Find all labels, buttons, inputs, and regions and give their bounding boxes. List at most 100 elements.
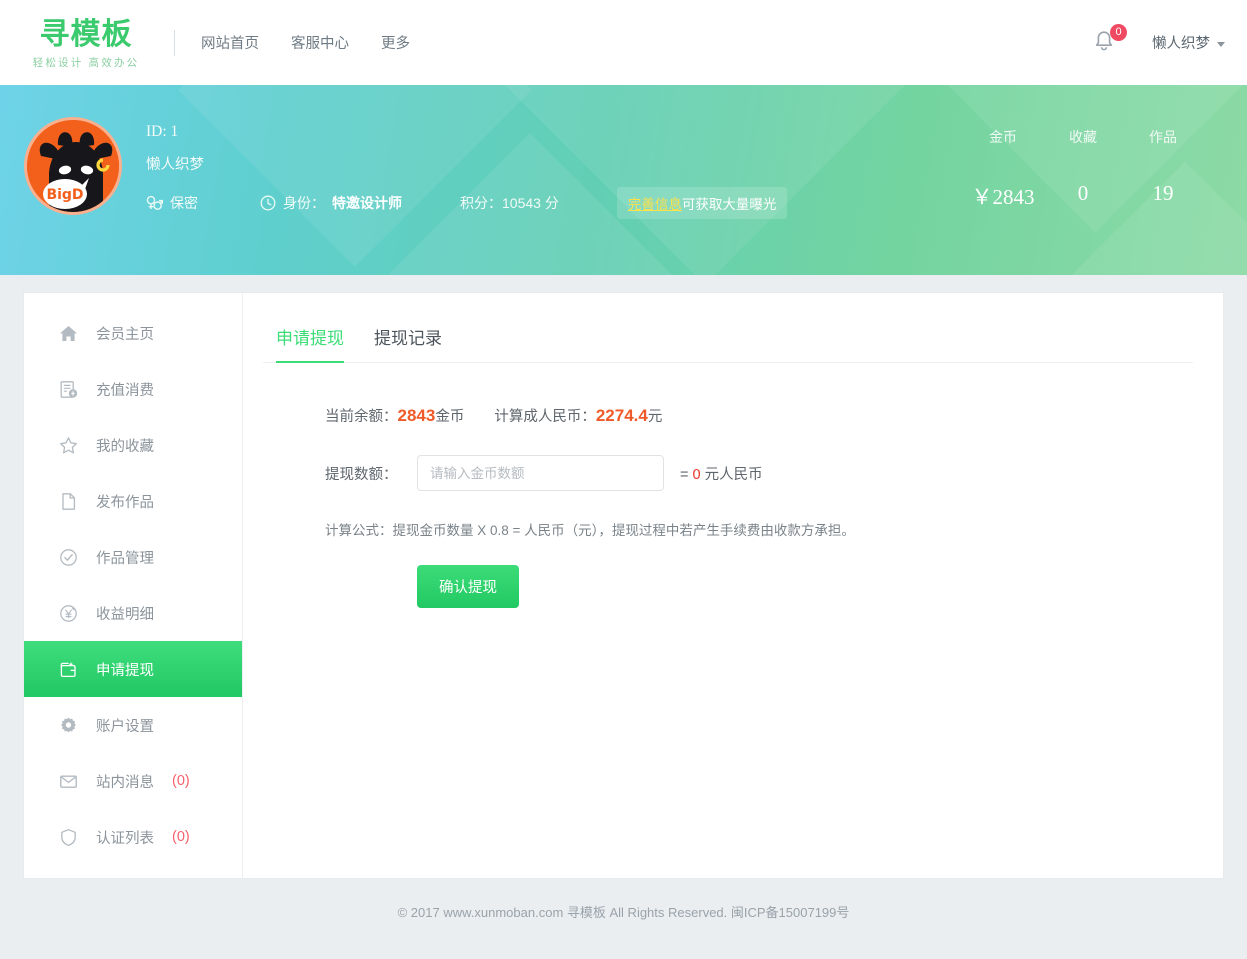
- sidebar-item-label: 发布作品: [96, 491, 154, 512]
- sidebar-item-label: 站内消息: [96, 771, 154, 792]
- nav-item-more[interactable]: 更多: [381, 32, 410, 53]
- rmb-equivalent-label: 计算成人民币：: [494, 409, 596, 425]
- sidebar-item-favorites[interactable]: 我的收藏: [24, 417, 242, 473]
- user-menu-button[interactable]: 懒人织梦: [1152, 32, 1225, 53]
- current-balance-label: 当前余额：: [325, 409, 398, 425]
- mail-icon: [59, 772, 78, 791]
- stat-works-value: 19: [1123, 181, 1203, 206]
- gear-icon: [59, 716, 78, 735]
- stat-favorites: 收藏 0: [1043, 127, 1123, 211]
- eq-suffix: 元人民币: [701, 467, 763, 483]
- sidebar-item-label: 我的收藏: [96, 435, 154, 456]
- withdraw-equivalent: = 0 元人民币: [680, 463, 763, 484]
- content-card: 会员主页 充值消费 我的收藏: [24, 293, 1223, 878]
- page-body: 会员主页 充值消费 我的收藏: [0, 275, 1247, 921]
- sidebar-item-certification[interactable]: 认证列表 (0): [24, 809, 242, 865]
- sidebar-item-label: 充值消费: [96, 379, 154, 400]
- nav-item-support[interactable]: 客服中心: [291, 32, 349, 53]
- stat-favorites-value: 0: [1043, 181, 1123, 206]
- footer: © 2017 www.xunmoban.com 寻模板 All Rights R…: [24, 878, 1223, 921]
- avatar[interactable]: BigD: [24, 117, 122, 215]
- sidebar-item-count: (0): [172, 773, 190, 789]
- stat-coins-value: ￥2843: [963, 181, 1043, 211]
- tab-apply-withdraw[interactable]: 申请提现: [276, 324, 344, 363]
- check-circle-icon: [59, 548, 78, 567]
- wallet-icon: [59, 660, 78, 679]
- yen-circle-icon: [59, 604, 78, 623]
- sidebar-item-label: 会员主页: [96, 323, 154, 344]
- tab-withdraw-records[interactable]: 提现记录: [374, 324, 442, 363]
- stat-works: 作品 19: [1123, 127, 1203, 211]
- confirm-withdraw-button[interactable]: 确认提现: [417, 565, 519, 608]
- file-icon: [59, 492, 78, 511]
- eq-prefix: =: [680, 467, 693, 483]
- chevron-down-icon: [1217, 42, 1225, 47]
- profile-points: 积分：10543 分: [460, 193, 559, 213]
- sidebar-item-count: (0): [172, 829, 190, 845]
- rmb-equivalent: 计算成人民币：2274.4元: [494, 405, 662, 426]
- notification-count-badge: 0: [1110, 24, 1127, 41]
- sidebar-item-label: 认证列表: [96, 827, 154, 848]
- complete-profile-rest: 可获取大量曝光: [682, 197, 777, 212]
- sidebar-item-label: 申请提现: [96, 659, 154, 680]
- balance-summary: 当前余额：2843金币 计算成人民币：2274.4元: [325, 405, 1193, 426]
- profile-stats: 金币 ￥2843 收藏 0 作品 19: [963, 127, 1223, 211]
- complete-profile-badge[interactable]: 完善信息可获取大量曝光: [617, 187, 788, 219]
- sidebar-item-account-settings[interactable]: 账户设置: [24, 697, 242, 753]
- clock-icon: [260, 195, 276, 211]
- stat-works-label: 作品: [1123, 127, 1203, 147]
- sidebar: 会员主页 充值消费 我的收藏: [24, 293, 243, 878]
- gender-icon: [146, 195, 163, 211]
- star-icon: [59, 436, 78, 455]
- nav-item-home[interactable]: 网站首页: [201, 32, 259, 53]
- sidebar-item-label: 收益明细: [96, 603, 154, 624]
- current-balance-unit: 金币: [435, 409, 464, 425]
- content-panel: 申请提现 提现记录 当前余额：2843金币 计算成人民币：2274.4元 提现数…: [243, 293, 1223, 878]
- profile-banner: BigD ID: 1 懒人织梦 保密: [0, 85, 1247, 275]
- header-divider: [174, 30, 175, 56]
- sidebar-item-member-home[interactable]: 会员主页: [24, 305, 242, 361]
- sidebar-item-publish[interactable]: 发布作品: [24, 473, 242, 529]
- logo-text: 寻模板: [40, 19, 133, 51]
- profile-identity-label: 身份：: [283, 193, 325, 213]
- home-icon: [59, 324, 78, 343]
- withdraw-amount-input[interactable]: [417, 455, 664, 491]
- profile-info: ID: 1 懒人织梦 保密 身份：特: [146, 123, 963, 219]
- current-balance: 当前余额：2843金币: [325, 405, 464, 426]
- sidebar-item-earnings[interactable]: 收益明细: [24, 585, 242, 641]
- eq-value: 0: [693, 467, 701, 483]
- sidebar-item-label: 账户设置: [96, 715, 154, 736]
- header-right: 0 懒人织梦: [1092, 29, 1225, 57]
- stat-coins-label: 金币: [963, 127, 1043, 147]
- svg-text:BigD: BigD: [46, 187, 83, 203]
- profile-identity-value: 特邀设计师: [332, 193, 402, 213]
- site-logo[interactable]: 寻模板 轻松设计 高效办公: [24, 15, 148, 70]
- shield-icon: [59, 828, 78, 847]
- notification-bell-button[interactable]: 0: [1092, 29, 1118, 57]
- stat-favorites-label: 收藏: [1043, 127, 1123, 147]
- profile-gender-label: 保密: [170, 193, 198, 213]
- profile-nickname: 懒人织梦: [146, 153, 963, 174]
- logo-tagline: 轻松设计 高效办公: [33, 55, 140, 70]
- stat-coins: 金币 ￥2843: [963, 127, 1043, 211]
- profile-id: ID: 1: [146, 123, 963, 141]
- sidebar-item-works-manage[interactable]: 作品管理: [24, 529, 242, 585]
- rmb-equivalent-unit: 元: [648, 409, 663, 425]
- complete-profile-link[interactable]: 完善信息: [628, 197, 682, 212]
- formula-note: 计算公式：提现金币数量 X 0.8 = 人民币（元），提现过程中若产生手续费由收…: [325, 519, 1193, 539]
- profile-identity: 身份： 特邀设计师: [260, 193, 402, 213]
- profile-points-label: 积分：10543 分: [460, 193, 559, 213]
- withdraw-amount-row: 提现数额： = 0 元人民币: [325, 455, 1193, 491]
- sidebar-item-messages[interactable]: 站内消息 (0): [24, 753, 242, 809]
- rmb-equivalent-value: 2274.4: [596, 406, 648, 425]
- top-header: 寻模板 轻松设计 高效办公 网站首页 客服中心 更多 0 懒人织梦: [0, 0, 1247, 85]
- profile-gender: 保密: [146, 193, 198, 213]
- sidebar-item-withdraw[interactable]: 申请提现: [24, 641, 242, 697]
- sidebar-item-recharge[interactable]: 充值消费: [24, 361, 242, 417]
- withdraw-form: 当前余额：2843金币 计算成人民币：2274.4元 提现数额： = 0 元人民…: [263, 363, 1193, 608]
- current-balance-value: 2843: [398, 406, 436, 425]
- main-nav: 网站首页 客服中心 更多: [201, 32, 410, 53]
- tab-bar: 申请提现 提现记录: [263, 323, 1193, 363]
- avatar-bull-image: BigD: [27, 120, 122, 215]
- user-menu-label: 懒人织梦: [1152, 32, 1210, 53]
